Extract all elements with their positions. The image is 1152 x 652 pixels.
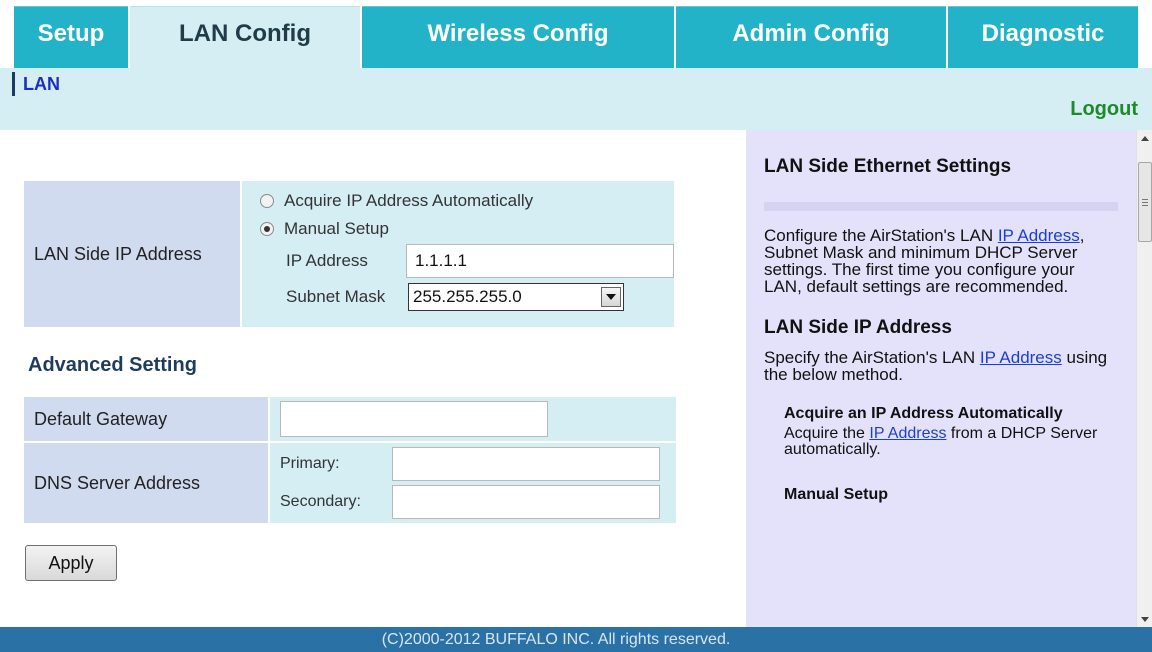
sub-nav: LAN Logout: [0, 68, 1152, 130]
tab-wireless-config[interactable]: Wireless Config: [362, 6, 674, 68]
tab-lan-config[interactable]: LAN Config: [130, 6, 360, 68]
subnet-mask-value: 255.255.255.0: [413, 287, 522, 306]
ip-address-link-2[interactable]: IP Address: [980, 348, 1062, 367]
lan-ip-label: LAN Side IP Address: [24, 181, 240, 327]
ip-address-link-3[interactable]: IP Address: [869, 425, 946, 442]
scroll-thumb[interactable]: [1138, 162, 1152, 242]
default-gateway-label-text: Default Gateway: [34, 408, 168, 429]
dns-label-text: DNS Server Address: [34, 472, 201, 493]
radio-auto-row[interactable]: Acquire IP Address Automatically: [260, 187, 674, 215]
help-section-text: Specify the AirStation's LAN IP Address …: [764, 348, 1108, 384]
advanced-table: Default Gateway DNS Server Address Prima…: [22, 395, 678, 525]
help-manual-block: Manual Setup: [784, 486, 1116, 503]
dns-label: DNS Server Address: [24, 443, 268, 523]
help-manual-title: Manual Setup: [784, 486, 889, 503]
default-gateway-label: Default Gateway: [24, 397, 268, 441]
footer: (C)2000-2012 BUFFALO INC. All rights res…: [0, 627, 1152, 652]
subnet-mask-row: Subnet Mask 255.255.255.0: [260, 279, 674, 315]
scroll-up-icon[interactable]: [1137, 130, 1152, 146]
top-nav: Setup LAN Config Wireless Config Admin C…: [0, 0, 1152, 68]
copyright-text: (C)2000-2012 BUFFALO INC. All rights res…: [381, 630, 731, 648]
logout-link[interactable]: Logout: [1070, 98, 1138, 121]
dns-primary-label: Primary:: [280, 455, 340, 472]
help-section-title: LAN Side IP Address: [764, 317, 952, 338]
help-intro: Configure the AirStation's LAN IP Addres…: [764, 226, 1085, 296]
help-auto-block: Acquire an IP Address Automatically Acqu…: [784, 405, 1116, 458]
grip-icon: [1142, 198, 1148, 206]
chevron-down-icon[interactable]: [601, 287, 621, 307]
dns-secondary-input[interactable]: [392, 485, 660, 519]
apply-button[interactable]: Apply: [25, 545, 117, 581]
ip-address-label: IP Address: [286, 251, 368, 270]
advanced-setting-title: Advanced Setting: [28, 354, 197, 376]
help-title: LAN Side Ethernet Settings: [764, 156, 1012, 177]
radio-manual[interactable]: [260, 222, 274, 236]
help-auto-text: Acquire the IP Address from a DHCP Serve…: [784, 425, 1098, 458]
ip-address-row: IP Address: [260, 243, 674, 279]
tab-admin-config[interactable]: Admin Config: [676, 6, 946, 68]
dns-primary-row: Primary:: [280, 445, 676, 483]
default-gateway-input[interactable]: [280, 401, 548, 437]
radio-auto[interactable]: [260, 194, 274, 208]
tab-diagnostic[interactable]: Diagnostic: [948, 6, 1138, 68]
lan-ip-table: LAN Side IP Address Acquire IP Address A…: [22, 179, 676, 329]
main-content: LAN Side IP Address Acquire IP Address A…: [0, 130, 746, 627]
radio-manual-row[interactable]: Manual Setup: [260, 215, 674, 243]
help-divider: [764, 202, 1118, 211]
help-scrollbar[interactable]: [1136, 130, 1152, 627]
help-auto-title: Acquire an IP Address Automatically: [784, 405, 1063, 422]
scroll-down-icon[interactable]: [1137, 611, 1152, 627]
dns-secondary-row: Secondary:: [280, 483, 676, 521]
radio-manual-label: Manual Setup: [284, 219, 389, 238]
default-gateway-cell: [270, 397, 676, 441]
dns-secondary-label: Secondary:: [280, 493, 361, 510]
ip-address-input[interactable]: [406, 244, 674, 278]
subnet-mask-label: Subnet Mask: [286, 287, 386, 306]
dns-primary-input[interactable]: [392, 447, 660, 481]
help-panel: LAN Side Ethernet Settings Configure the…: [746, 130, 1136, 627]
subnet-mask-select[interactable]: 255.255.255.0: [408, 283, 624, 311]
radio-auto-label: Acquire IP Address Automatically: [284, 191, 534, 210]
lan-ip-label-text: LAN Side IP Address: [34, 243, 202, 264]
lan-ip-value-cell: Acquire IP Address Automatically Manual …: [242, 181, 674, 327]
dns-cell: Primary: Secondary:: [270, 443, 676, 523]
subnav-item-lan[interactable]: LAN: [12, 72, 68, 96]
tab-setup[interactable]: Setup: [14, 6, 128, 68]
